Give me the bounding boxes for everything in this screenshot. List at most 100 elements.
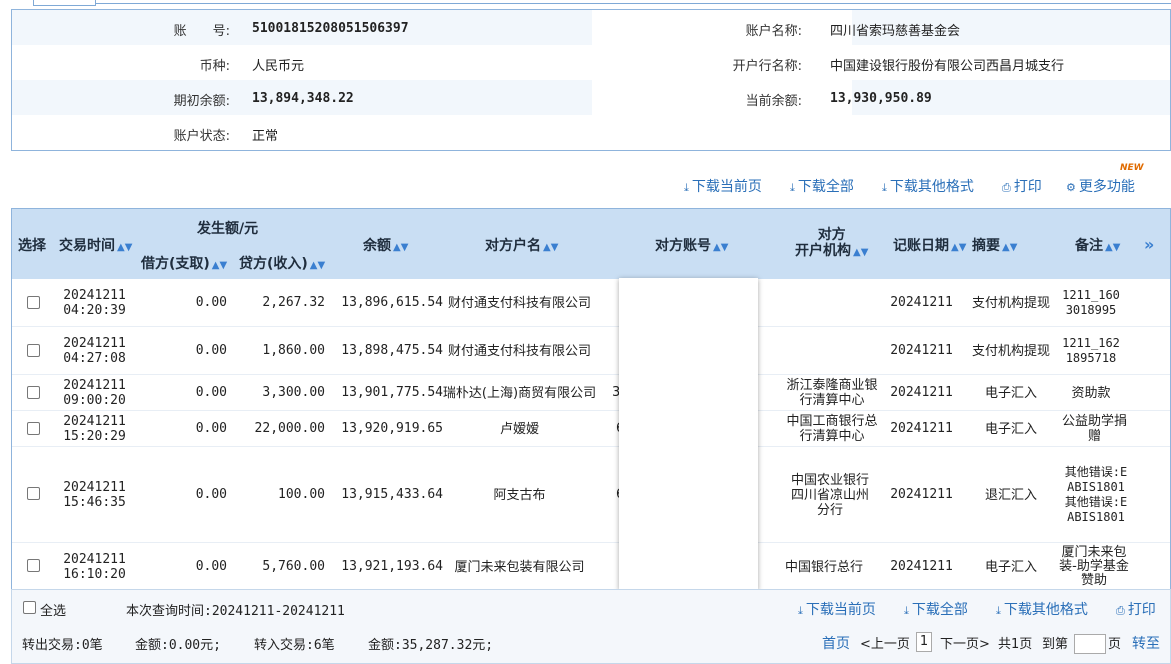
table-row[interactable]: 20241211 15:46:35 0.00 100.00 13,915,433.… xyxy=(12,447,1170,543)
row-summary: 支付机构提现 xyxy=(972,295,1051,311)
col-remark[interactable]: 备注 ▲▼ xyxy=(1075,235,1120,255)
col-counter-account-label: 对方账号 xyxy=(655,238,711,254)
printer-icon: ⎙ xyxy=(1002,181,1011,194)
col-time-label: 交易时间 xyxy=(59,238,115,254)
sort-icon[interactable]: ▲▼ xyxy=(951,242,966,253)
table-row[interactable]: 20241211 04:20:39 0.00 2,267.32 13,896,61… xyxy=(12,279,1170,327)
col-balance-label: 余额 xyxy=(363,238,391,254)
row-remark: 1211_1621895718 xyxy=(1062,336,1120,365)
row-checkbox[interactable] xyxy=(27,422,40,435)
sort-icon[interactable]: ▲▼ xyxy=(117,242,132,253)
footer-download-all-label: 下载全部 xyxy=(911,602,968,618)
print-link[interactable]: ⎙ 打印 xyxy=(1002,176,1042,196)
col-remark-label: 备注 xyxy=(1075,238,1103,254)
table-row[interactable]: 20241211 16:10:20 0.00 5,760.00 13,921,19… xyxy=(12,543,1170,590)
download-other-label: 下载其他格式 xyxy=(889,179,974,195)
row-checkbox[interactable] xyxy=(27,344,40,357)
col-amount-group: 发生额/元 xyxy=(197,221,259,237)
goto-label: 到第 xyxy=(1042,637,1069,652)
row-counterparty: 财付通支付科技有限公司 xyxy=(447,343,591,359)
table-row[interactable]: 20241211 09:00:20 0.00 3,300.00 13,901,77… xyxy=(12,375,1170,411)
row-counter-bank: 中国农业银行四川省凉山州分行 xyxy=(790,472,869,518)
row-credit: 100.00 xyxy=(278,487,325,502)
footer-print-link[interactable]: ⎙ 打印 xyxy=(1116,599,1156,619)
goto-button[interactable]: 转至 xyxy=(1132,633,1160,653)
row-counterparty: 卢嫒嫒 xyxy=(499,421,539,437)
col-balance[interactable]: 余额 ▲▼ xyxy=(363,235,408,255)
total-pages: 共1页 xyxy=(998,637,1033,652)
download-current-link[interactable]: ⤓ 下载当前页 xyxy=(684,176,762,196)
goto-page-input[interactable] xyxy=(1074,634,1106,654)
row-date: 20241211 xyxy=(890,343,953,358)
row-credit: 1,860.00 xyxy=(262,343,325,358)
query-time: 本次查询时间:20241211-20241211 xyxy=(126,604,345,619)
footer-download-all-link[interactable]: ⤓ 下载全部 xyxy=(904,599,968,619)
col-credit-label: 贷方(收入) xyxy=(239,256,308,272)
out-trans-amount: 金额:0.00元; xyxy=(135,638,221,653)
col-date[interactable]: 记账日期 ▲▼ xyxy=(893,235,966,255)
col-time[interactable]: 交易时间 ▲▼ xyxy=(59,235,132,255)
download-all-link[interactable]: ⤓ 下载全部 xyxy=(790,176,854,196)
row-counterparty: 财付通支付科技有限公司 xyxy=(447,295,591,311)
row-checkbox[interactable] xyxy=(27,559,40,572)
sort-icon[interactable]: ▲▼ xyxy=(543,242,558,253)
tab-active[interactable] xyxy=(33,0,96,6)
col-select: 选择 xyxy=(18,238,46,254)
footer-download-other-link[interactable]: ⤓ 下载其他格式 xyxy=(996,599,1088,619)
sort-icon[interactable]: ▲▼ xyxy=(713,242,728,253)
col-counterparty[interactable]: 对方户名 ▲▼ xyxy=(485,235,558,255)
tab-strip xyxy=(0,0,1171,8)
col-counter-account[interactable]: 对方账号 ▲▼ xyxy=(655,235,728,255)
col-credit[interactable]: 贷方(收入) ▲▼ xyxy=(239,253,325,273)
row-remark: 公益助学捐赠 xyxy=(1061,414,1127,444)
expand-columns-icon[interactable]: » xyxy=(1144,235,1154,254)
row-checkbox[interactable] xyxy=(27,386,40,399)
footer-download-other-label: 下载其他格式 xyxy=(1003,602,1088,618)
download-icon: ⤓ xyxy=(996,604,1001,617)
row-debit: 0.00 xyxy=(195,343,227,358)
row-time: 20241211 16:10:20 xyxy=(63,552,126,582)
row-summary: 退汇汇入 xyxy=(984,487,1037,503)
row-summary: 电子汇入 xyxy=(984,559,1037,575)
current-page: 1 xyxy=(916,632,932,652)
footer-download-current-link[interactable]: ⤓ 下载当前页 xyxy=(798,599,876,619)
col-counter-bank[interactable]: 对方 开户机构 ▲▼ xyxy=(795,227,868,261)
table-row[interactable]: 20241211 04:27:08 0.00 1,860.00 13,898,47… xyxy=(12,327,1170,375)
col-date-label: 记账日期 xyxy=(893,238,949,254)
row-credit: 2,267.32 xyxy=(262,295,325,310)
current-balance-label: 当前余额: xyxy=(745,94,802,109)
select-all-checkbox[interactable] xyxy=(23,601,36,614)
row-counterparty: 阿支古布 xyxy=(493,487,546,503)
account-info-panel: 账 号: 51001815208051506397 账户名称: 四川省索玛慈善基… xyxy=(11,9,1171,151)
currency-label: 币种: xyxy=(199,59,230,74)
row-balance: 13,921,193.64 xyxy=(341,559,443,574)
next-page-link[interactable]: 下一页> xyxy=(940,633,990,652)
first-page-link[interactable]: 首页 xyxy=(822,633,850,653)
download-other-link[interactable]: ⤓ 下载其他格式 xyxy=(882,176,974,196)
print-label: 打印 xyxy=(1013,179,1042,195)
more-functions-link[interactable]: ⚙ 更多功能 xyxy=(1066,176,1135,196)
row-counter-bank: 中国工商银行总行清算中心 xyxy=(786,414,878,444)
download-current-label: 下载当前页 xyxy=(691,179,762,195)
sort-icon[interactable]: ▲▼ xyxy=(212,260,227,271)
row-counterparty: 瑞朴达(上海)商贸有限公司 xyxy=(442,385,597,401)
sort-icon[interactable]: ▲▼ xyxy=(1105,242,1120,253)
table-row[interactable]: 20241211 15:20:29 0.00 22,000.00 13,920,9… xyxy=(12,411,1170,447)
sort-icon[interactable]: ▲▼ xyxy=(393,242,408,253)
sort-icon[interactable]: ▲▼ xyxy=(853,247,868,258)
row-credit: 3,300.00 xyxy=(262,385,325,400)
row-balance: 13,896,615.54 xyxy=(341,295,443,310)
col-summary[interactable]: 摘要 ▲▼ xyxy=(972,235,1017,255)
prev-page-link[interactable]: <上一页 xyxy=(860,633,910,652)
col-debit-label: 借方(支取) xyxy=(141,256,210,272)
account-status: 正常 xyxy=(252,129,279,144)
row-checkbox[interactable] xyxy=(27,487,40,500)
row-remark: 其他错误:EABIS1801其他错误:EABIS1801 xyxy=(1064,465,1128,524)
col-debit[interactable]: 借方(支取) ▲▼ xyxy=(141,253,227,273)
sort-icon[interactable]: ▲▼ xyxy=(310,260,325,271)
row-checkbox[interactable] xyxy=(27,296,40,309)
row-remark: 厦门未来包装-助学基金赞助 xyxy=(1059,545,1129,588)
sort-icon[interactable]: ▲▼ xyxy=(1002,242,1017,253)
gear-icon: ⚙ xyxy=(1066,181,1076,194)
row-counter-bank: 中国银行总行 xyxy=(784,559,863,575)
